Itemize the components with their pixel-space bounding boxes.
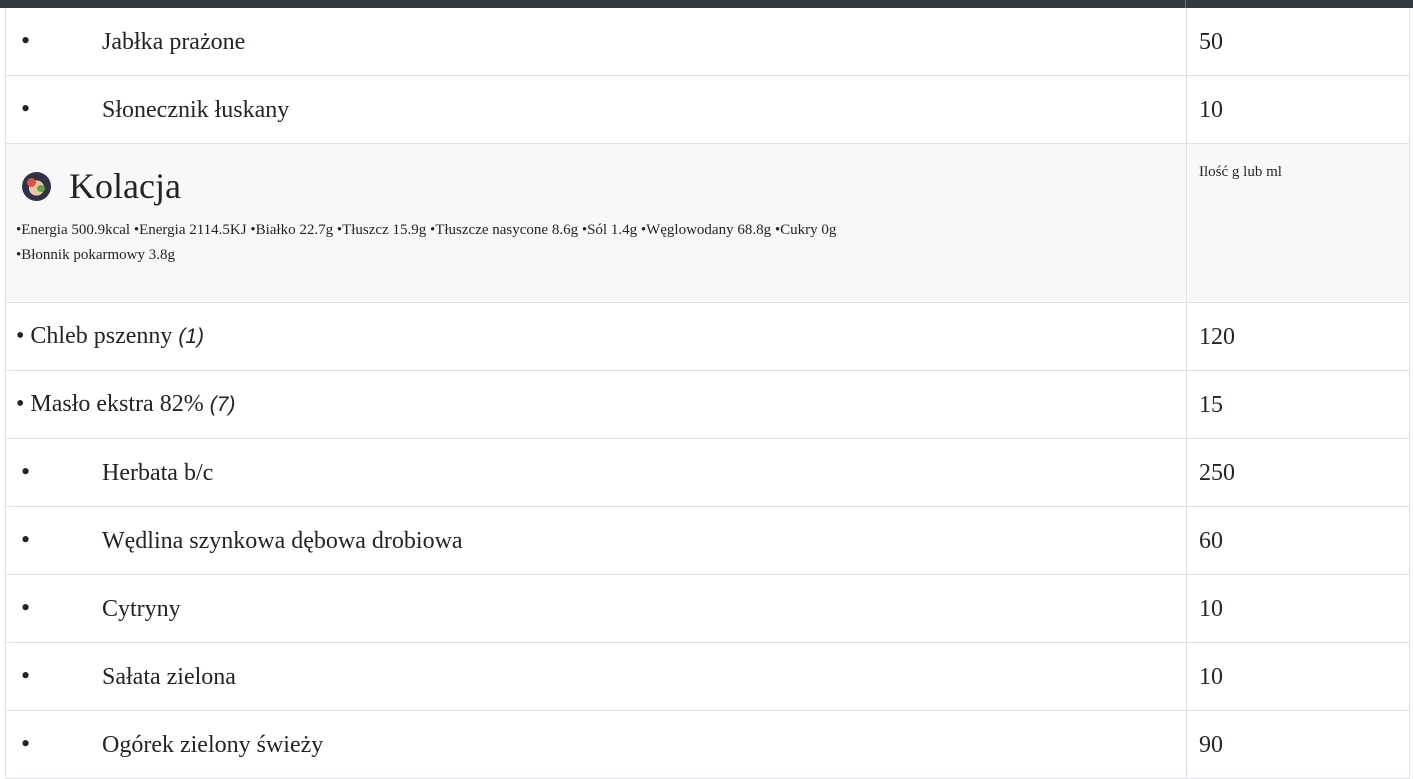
quantity-cell: 10 [1186,574,1410,643]
meal-plan-table: • Jabłka prażone 50 • Słonecznik łuskany 1… [5,8,1410,779]
product-name: Cytryny [102,596,181,622]
table-header-bar [0,0,1413,8]
quantity-cell: 90 [1186,710,1410,779]
list-bullet: • [21,661,31,690]
quantity-cell: 10 [1186,75,1410,144]
product-cell: • Masło ekstra 82% (7) [5,370,1187,439]
meal-title-row: Kolacja [16,156,1176,216]
list-bullet: • [21,94,31,123]
table-row: • Wędlina szynkowa dębowa drobiowa 60 [5,506,1410,575]
table-row: • Słonecznik łuskany 10 [5,75,1410,144]
product-cell: • Cytryny [5,574,1187,643]
product-cell: • Sałata zielona [5,642,1187,711]
product-cell: • Słonecznik łuskany [5,75,1187,144]
product-cell: • Chleb pszenny (1) [5,302,1187,371]
quantity-cell: 250 [1186,438,1410,507]
meal-nutrition-info: •Energia 500.9kcal •Energia 2114.5KJ •Bi… [16,218,1176,268]
meal-title: Kolacja [69,166,181,206]
list-bullet: • [21,729,31,758]
meal-dish-icon [22,171,51,201]
nutrition-line: •Energia 500.9kcal •Energia 2114.5KJ •Bi… [16,222,837,238]
list-bullet: • [21,457,31,486]
allergen-code: (1) [178,325,205,348]
meal-header-cell: Kolacja •Energia 500.9kcal •Energia 2114… [5,143,1187,303]
product-name: Słonecznik łuskany [102,97,290,123]
product-name: Herbata b/c [102,460,214,486]
table-row: • Masło ekstra 82% (7) 15 [5,370,1410,439]
product-cell: • Herbata b/c [5,438,1187,507]
product-cell: • Jabłka prażone [5,8,1187,76]
quantity-cell: 10 [1186,642,1410,711]
product-cell: • Wędlina szynkowa dębowa drobiowa [5,506,1187,575]
table-row: • Jabłka prażone 50 [5,8,1410,76]
table-row: • Herbata b/c 250 [5,438,1410,507]
table-row: • Ogórek zielony świeży 90 [5,710,1410,779]
product-name: Sałata zielona [102,664,236,690]
quantity-cell: 60 [1186,506,1410,575]
quantity-cell: 120 [1186,302,1410,371]
product-name: • Chleb pszenny [16,323,173,349]
quantity-cell: 15 [1186,370,1410,439]
quantity-column-header: Ilość g lub ml [1186,143,1410,303]
quantity-cell: 50 [1186,8,1410,76]
product-name: Wędlina szynkowa dębowa drobiowa [102,528,463,554]
list-bullet: • [21,525,31,554]
product-name: • Masło ekstra 82% [16,391,204,417]
table-row: • Sałata zielona 10 [5,642,1410,711]
table-row: • Chleb pszenny (1) 120 [5,302,1410,371]
table-row: • Cytryny 10 [5,574,1410,643]
allergen-code: (7) [209,393,236,416]
nutrition-line: •Błonnik pokarmowy 3.8g [16,247,175,263]
list-bullet: • [21,593,31,622]
meal-header-row: Kolacja •Energia 500.9kcal •Energia 2114… [5,143,1410,303]
list-bullet: • [21,26,31,55]
product-name: Jabłka prażone [102,29,246,55]
product-cell: • Ogórek zielony świeży [5,710,1187,779]
product-name: Ogórek zielony świeży [102,732,324,758]
header-divider [1185,0,1186,8]
